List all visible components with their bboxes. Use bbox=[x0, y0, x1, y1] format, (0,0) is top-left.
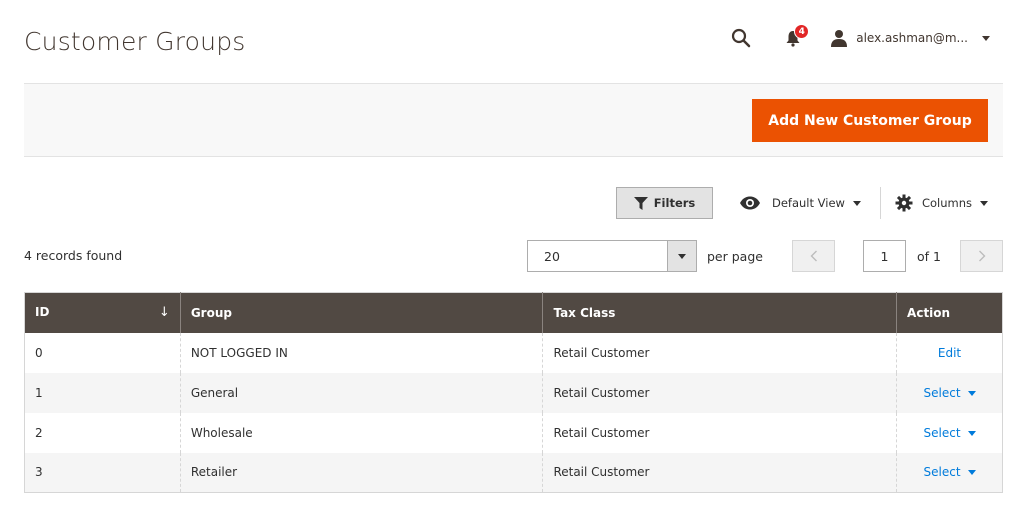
table-row[interactable]: 3 Retailer Retail Customer Select bbox=[24, 452, 1003, 493]
chevron-down-icon bbox=[967, 470, 976, 476]
cell-group: NOT LOGGED IN bbox=[179, 332, 544, 373]
cell-group: Wholesale bbox=[179, 412, 544, 453]
eye-icon bbox=[739, 196, 760, 210]
current-page-input[interactable]: 1 bbox=[863, 240, 906, 272]
cell-action: Select bbox=[896, 372, 1003, 413]
select-action-dropdown[interactable]: Select bbox=[924, 426, 976, 440]
column-header-tax-class[interactable]: Tax Class bbox=[542, 292, 898, 333]
toolbar-divider bbox=[879, 187, 881, 219]
cell-group: General bbox=[179, 372, 544, 413]
per-page-input[interactable]: 20 bbox=[527, 240, 667, 272]
chevron-left-icon bbox=[810, 250, 817, 262]
filter-icon bbox=[633, 196, 648, 210]
page-actions-bar: Add New Customer Group bbox=[24, 83, 1003, 157]
notifications-button[interactable]: 4 bbox=[780, 24, 810, 51]
cell-id: 1 bbox=[24, 372, 181, 413]
chevron-right-icon bbox=[978, 250, 985, 262]
per-page-dropdown-button[interactable] bbox=[667, 240, 697, 272]
search-button[interactable] bbox=[728, 25, 754, 51]
cell-id: 0 bbox=[24, 332, 181, 373]
pagination: 1 of 1 bbox=[792, 240, 1003, 272]
chevron-down-icon bbox=[982, 35, 990, 41]
select-action-dropdown[interactable]: Select bbox=[924, 465, 976, 479]
user-name: alex.ashman@m... bbox=[856, 31, 968, 45]
grid-toolbar: Filters Default View Columns bbox=[615, 187, 988, 219]
sort-descending-icon: ↓ bbox=[158, 305, 170, 321]
gear-icon bbox=[895, 194, 913, 212]
column-header-action: Action bbox=[896, 292, 1003, 333]
page-total: of 1 bbox=[917, 248, 941, 264]
column-header-group[interactable]: Group bbox=[179, 292, 544, 333]
columns-label: Columns bbox=[921, 196, 972, 210]
page-title: Customer Groups bbox=[24, 27, 246, 56]
cell-id: 2 bbox=[24, 412, 181, 453]
filters-button[interactable]: Filters bbox=[615, 187, 713, 219]
header-actions: 4 alex.ashman@m... bbox=[728, 24, 990, 51]
chevron-down-icon bbox=[678, 253, 686, 259]
cell-tax-class: Retail Customer bbox=[542, 332, 898, 373]
notification-badge: 4 bbox=[794, 24, 810, 39]
view-switcher[interactable]: Default View bbox=[739, 196, 861, 210]
chevron-down-icon bbox=[967, 390, 976, 396]
cell-tax-class: Retail Customer bbox=[542, 412, 898, 453]
chevron-down-icon bbox=[967, 430, 976, 436]
cell-action: Select bbox=[896, 412, 1003, 453]
cell-action: Select bbox=[896, 452, 1003, 493]
column-header-id[interactable]: ID ↓ bbox=[24, 292, 181, 333]
user-menu[interactable]: alex.ashman@m... bbox=[830, 29, 990, 47]
user-icon bbox=[831, 30, 848, 47]
table-header-row: ID ↓ Group Tax Class Action bbox=[24, 292, 1003, 333]
cell-tax-class: Retail Customer bbox=[542, 372, 898, 413]
previous-page-button[interactable] bbox=[792, 240, 835, 272]
edit-link[interactable]: Edit bbox=[938, 346, 961, 360]
next-page-button[interactable] bbox=[960, 240, 1003, 272]
chevron-down-icon bbox=[852, 200, 861, 206]
per-page-selector: 20 per page bbox=[527, 240, 763, 272]
filters-label: Filters bbox=[653, 196, 696, 210]
search-icon bbox=[732, 28, 751, 48]
per-page-label: per page bbox=[707, 248, 763, 264]
cell-action: Edit bbox=[896, 332, 1003, 373]
table-row[interactable]: 0 NOT LOGGED IN Retail Customer Edit bbox=[24, 332, 1003, 373]
records-found: 4 records found bbox=[24, 248, 123, 263]
cell-tax-class: Retail Customer bbox=[542, 452, 898, 493]
select-action-dropdown[interactable]: Select bbox=[924, 386, 976, 400]
table-row[interactable]: 1 General Retail Customer Select bbox=[24, 372, 1003, 413]
columns-control[interactable]: Columns bbox=[895, 194, 988, 212]
add-new-customer-group-button[interactable]: Add New Customer Group bbox=[752, 99, 988, 142]
cell-id: 3 bbox=[24, 452, 181, 493]
chevron-down-icon bbox=[980, 200, 988, 206]
customer-groups-table: ID ↓ Group Tax Class Action 0 NOT LOGGED… bbox=[24, 292, 1003, 493]
table-row[interactable]: 2 Wholesale Retail Customer Select bbox=[24, 412, 1003, 453]
view-label: Default View bbox=[771, 196, 845, 210]
cell-group: Retailer bbox=[179, 452, 544, 493]
